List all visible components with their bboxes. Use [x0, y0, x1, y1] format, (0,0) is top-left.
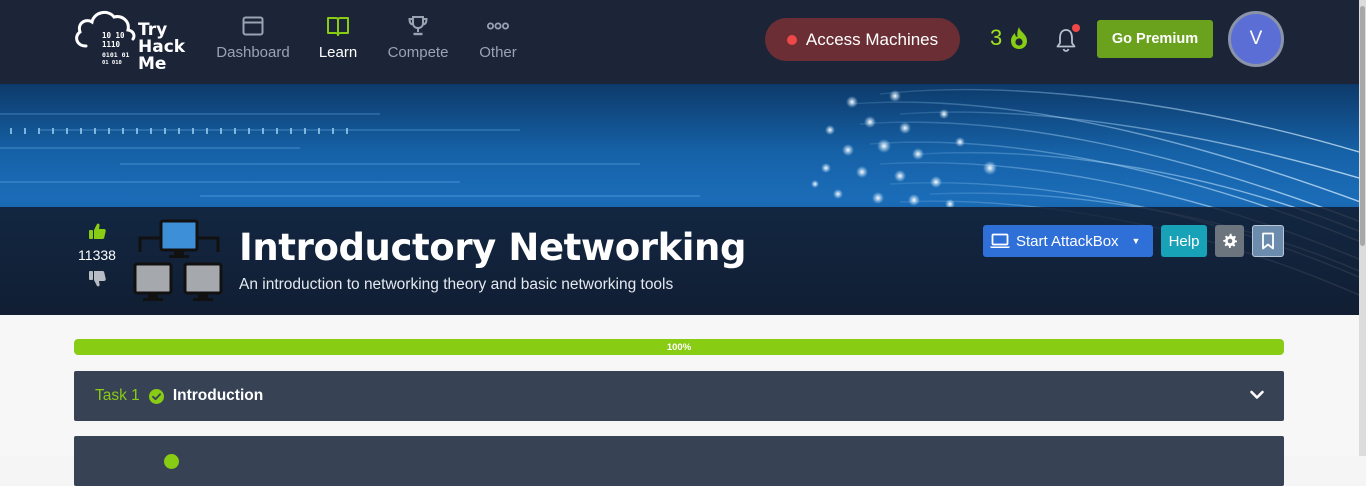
network-computers-icon	[133, 219, 223, 301]
start-attackbox-label: Start AttackBox	[1016, 232, 1119, 250]
access-machines-button[interactable]: Access Machines	[765, 18, 960, 61]
room-progress-fill: 100%	[74, 339, 1284, 355]
nav-compete[interactable]: Compete	[384, 14, 452, 68]
go-premium-button[interactable]: Go Premium	[1097, 20, 1213, 58]
vote-count: 11338	[78, 247, 116, 263]
avatar-letter: V	[1249, 28, 1263, 49]
task-header-2[interactable]	[74, 436, 1284, 486]
status-dot-icon	[786, 34, 797, 45]
room-subtitle: An introduction to networking theory and…	[239, 276, 674, 293]
task-header-1[interactable]: Task 1 Introduction	[74, 371, 1284, 421]
gear-icon	[1222, 233, 1237, 248]
room-content: 100% Task 1 Introduction	[0, 315, 1366, 486]
thumbs-down-icon[interactable]	[87, 269, 107, 289]
trophy-icon	[408, 16, 428, 36]
chevron-down-icon[interactable]	[1249, 387, 1265, 403]
nav-dashboard-label: Dashboard	[216, 44, 290, 61]
user-avatar[interactable]: V	[1228, 11, 1284, 67]
book-open-icon	[327, 17, 349, 36]
logo-word-me: Me	[138, 54, 167, 74]
nav-other-label: Other	[479, 44, 517, 61]
room-settings-button[interactable]	[1215, 225, 1244, 257]
nav-compete-label: Compete	[387, 44, 449, 61]
check-circle-icon	[148, 388, 164, 404]
more-dots-icon	[487, 22, 509, 30]
start-attackbox-button[interactable]: Start AttackBox ▼	[983, 225, 1153, 257]
laptop-icon	[990, 233, 1010, 248]
browser-window-icon	[242, 16, 264, 36]
top-navbar: 10 10 1110 0101 01 01 010 Try Hack Me Da…	[0, 0, 1366, 84]
flame-icon	[1011, 27, 1028, 49]
notifications-button[interactable]	[1054, 24, 1080, 53]
streak-counter[interactable]: 3	[990, 25, 1030, 51]
logo-binary-line: 0101 01	[102, 51, 130, 59]
tryhackme-logo[interactable]: 10 10 1110 0101 01 01 010 Try Hack Me	[72, 6, 194, 74]
nav-dashboard[interactable]: Dashboard	[213, 14, 293, 68]
notification-dot-icon	[1072, 24, 1080, 32]
caret-down-icon[interactable]: ▼	[1132, 236, 1141, 246]
bookmark-icon	[1262, 232, 1274, 250]
progress-label: 100%	[666, 341, 692, 353]
access-machines-label: Access Machines	[805, 29, 939, 49]
logo-binary-line: 01 010	[102, 60, 122, 66]
page-scrollbar[interactable]	[1359, 0, 1366, 456]
nav-other[interactable]: Other	[474, 14, 522, 68]
task-title: Introduction	[172, 387, 264, 404]
scrollbar-thumb[interactable]	[1360, 6, 1365, 246]
nav-learn[interactable]: Learn	[314, 14, 362, 68]
room-title: Introductory Networking	[239, 226, 747, 269]
room-vote-box: 11338	[74, 221, 120, 289]
bookmark-button[interactable]	[1252, 225, 1284, 257]
logo-binary-line: 1110	[102, 40, 121, 49]
streak-count: 3	[990, 25, 1003, 50]
help-button[interactable]: Help	[1161, 225, 1207, 257]
task-number: Task 1	[95, 387, 140, 404]
logo-binary-line: 10 10	[102, 31, 125, 40]
nav-learn-label: Learn	[318, 44, 358, 61]
thumbs-up-icon[interactable]	[87, 221, 107, 241]
room-progress-bar: 100%	[74, 339, 1284, 355]
